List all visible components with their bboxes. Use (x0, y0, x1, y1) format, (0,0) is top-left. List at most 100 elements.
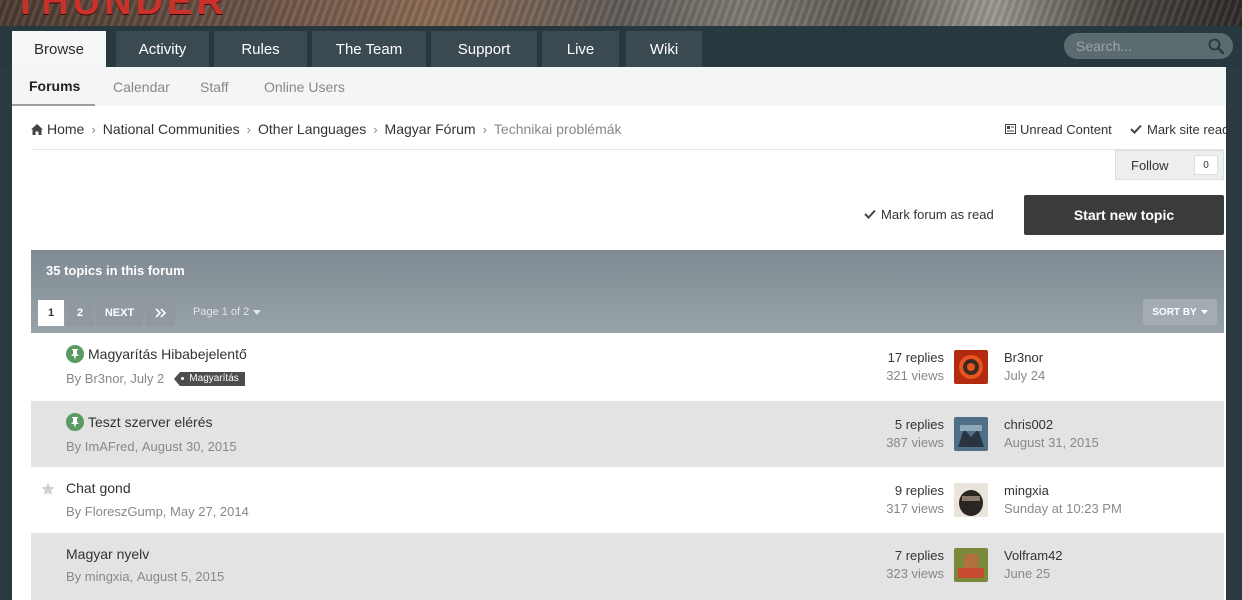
breadcrumb-other-languages[interactable]: Other Languages (258, 121, 366, 137)
topic-date: August 5, 2015 (136, 569, 225, 584)
divider (31, 149, 1224, 150)
subnav-forums[interactable]: Forums (12, 67, 95, 106)
topic-row[interactable]: Magyar nyelv By mingxia, August 5, 2015 … (31, 533, 1224, 600)
sort-by-label: SORT BY (1152, 306, 1197, 318)
follow-button[interactable]: Follow 0 (1115, 150, 1224, 180)
mark-site-read-link[interactable]: Mark site read (1130, 120, 1229, 138)
topic-author[interactable]: By ImAFred, (66, 439, 138, 454)
start-new-topic-button[interactable]: Start new topic (1024, 195, 1224, 235)
topic-meta: By mingxia, August 5, 2015 (66, 569, 224, 584)
page-right-border (1226, 67, 1242, 600)
view-count: 387 views (886, 435, 944, 450)
search-placeholder: Search... (1076, 38, 1133, 54)
last-post-date[interactable]: Sunday at 10:23 PM (1004, 501, 1122, 516)
subnav-calendar[interactable]: Calendar (113, 67, 170, 106)
breadcrumb-current: Technikai problémák (493, 121, 622, 137)
reply-count: 9 replies (894, 483, 944, 498)
topic-date: August 30, 2015 (141, 439, 237, 454)
subnav-staff[interactable]: Staff (200, 67, 229, 106)
topic-stats: 17 replies 321 views (854, 350, 944, 383)
sub-navigation: Forums Calendar Staff Online Users (12, 67, 1226, 106)
last-poster[interactable]: chris002 (1004, 417, 1099, 432)
last-poster[interactable]: Volfram42 (1004, 548, 1063, 563)
topic-date: July 2 (130, 371, 165, 386)
tab-live[interactable]: Live (542, 31, 619, 67)
last-page-button[interactable] (146, 300, 175, 326)
tab-activity[interactable]: Activity (116, 31, 209, 67)
chevron-right-icon: › (373, 121, 378, 137)
topic-title-link[interactable]: Magyar nyelv (66, 546, 149, 562)
topic-stats: 9 replies 317 views (854, 483, 944, 516)
view-count: 323 views (886, 566, 944, 581)
topic-meta: By FloreszGump, May 27, 2014 (66, 504, 249, 519)
last-post-date[interactable]: August 31, 2015 (1004, 435, 1099, 450)
topic-title: Magyar nyelv (66, 546, 150, 562)
avatar[interactable] (954, 548, 988, 582)
unread-content-link[interactable]: Unread Content (1005, 120, 1112, 138)
pin-icon (66, 413, 84, 431)
topic-title: Chat gond (66, 480, 131, 496)
view-count: 317 views (886, 501, 944, 516)
topic-row[interactable]: Chat gond By FloreszGump, May 27, 2014 9… (31, 467, 1224, 533)
avatar[interactable] (954, 483, 988, 517)
topic-date: May 27, 2014 (170, 504, 249, 519)
topic-author[interactable]: By FloreszGump, (66, 504, 166, 519)
next-page-button[interactable]: NEXT (96, 300, 143, 326)
subnav-online-users[interactable]: Online Users (264, 67, 345, 106)
mark-site-read-label: Mark site read (1147, 121, 1230, 137)
page-left-border (0, 67, 12, 600)
caret-down-icon (1200, 310, 1208, 314)
page-1-button[interactable]: 1 (38, 300, 64, 326)
main-navigation: Browse Activity Rules The Team Support L… (0, 26, 1242, 67)
follower-count: 0 (1194, 155, 1218, 175)
pin-icon (66, 345, 84, 363)
tab-browse[interactable]: Browse (12, 31, 106, 67)
topic-count: 35 topics in this forum (46, 263, 185, 278)
breadcrumb-home[interactable]: Home (47, 121, 84, 137)
topic-title-link[interactable]: Teszt szerver elérés (66, 413, 212, 431)
topic-title-link[interactable]: Chat gond (66, 480, 131, 496)
last-post-date[interactable]: July 24 (1004, 368, 1045, 383)
chevron-right-icon: › (482, 121, 487, 137)
page-jump-dropdown[interactable]: Page 1 of 2 (193, 306, 262, 318)
topic-author[interactable]: By mingxia, (66, 569, 133, 584)
mark-forum-read-link[interactable]: Mark forum as read (864, 205, 994, 223)
topic-author[interactable]: By Br3nor, (66, 371, 127, 386)
tab-the-team[interactable]: The Team (312, 31, 426, 67)
search-icon[interactable] (1208, 38, 1224, 54)
sort-by-button[interactable]: SORT BY (1143, 299, 1217, 325)
last-post-date[interactable]: June 25 (1004, 566, 1063, 581)
star-icon[interactable] (41, 482, 55, 496)
topic-tag[interactable]: Magyarítás (174, 371, 245, 386)
last-poster[interactable]: Br3nor (1004, 350, 1045, 365)
breadcrumb-national-communities[interactable]: National Communities (103, 121, 240, 137)
topic-row[interactable]: Teszt szerver elérés By ImAFred, August … (31, 401, 1224, 467)
mark-forum-read-label: Mark forum as read (881, 206, 994, 222)
reply-count: 7 replies (894, 548, 944, 563)
chevron-right-icon: › (246, 121, 251, 137)
avatar[interactable] (954, 350, 988, 384)
last-post: Volfram42 June 25 (1004, 548, 1063, 581)
topic-row[interactable]: Magyarítás Hibabejelentő By Br3nor, July… (31, 333, 1224, 401)
tab-wiki[interactable]: Wiki (626, 31, 702, 67)
newspaper-icon (1005, 124, 1016, 134)
last-post: chris002 August 31, 2015 (1004, 417, 1099, 450)
forum-topic-list-header: 35 topics in this forum 1 2 NEXT Page 1 … (31, 250, 1224, 333)
topic-title-link[interactable]: Magyarítás Hibabejelentő (66, 345, 247, 363)
topic-title: Magyarítás Hibabejelentő (88, 346, 247, 362)
breadcrumb-magyar-forum[interactable]: Magyar Fórum (385, 121, 476, 137)
last-poster[interactable]: mingxia (1004, 483, 1122, 498)
topic-stats: 7 replies 323 views (854, 548, 944, 581)
topic-title: Teszt szerver elérés (88, 414, 213, 430)
page-2-button[interactable]: 2 (67, 300, 93, 326)
follow-label: Follow (1131, 157, 1169, 173)
avatar[interactable] (954, 417, 988, 451)
topic-stats: 5 replies 387 views (854, 417, 944, 450)
tab-support[interactable]: Support (431, 31, 537, 67)
page-of-label: Page 1 of 2 (193, 306, 250, 318)
breadcrumb: Home › National Communities › Other Lang… (31, 120, 622, 138)
search-input[interactable]: Search... (1064, 33, 1233, 59)
site-logo[interactable]: THUNDER (14, 0, 228, 24)
tab-rules[interactable]: Rules (214, 31, 307, 67)
reply-count: 5 replies (894, 417, 944, 432)
